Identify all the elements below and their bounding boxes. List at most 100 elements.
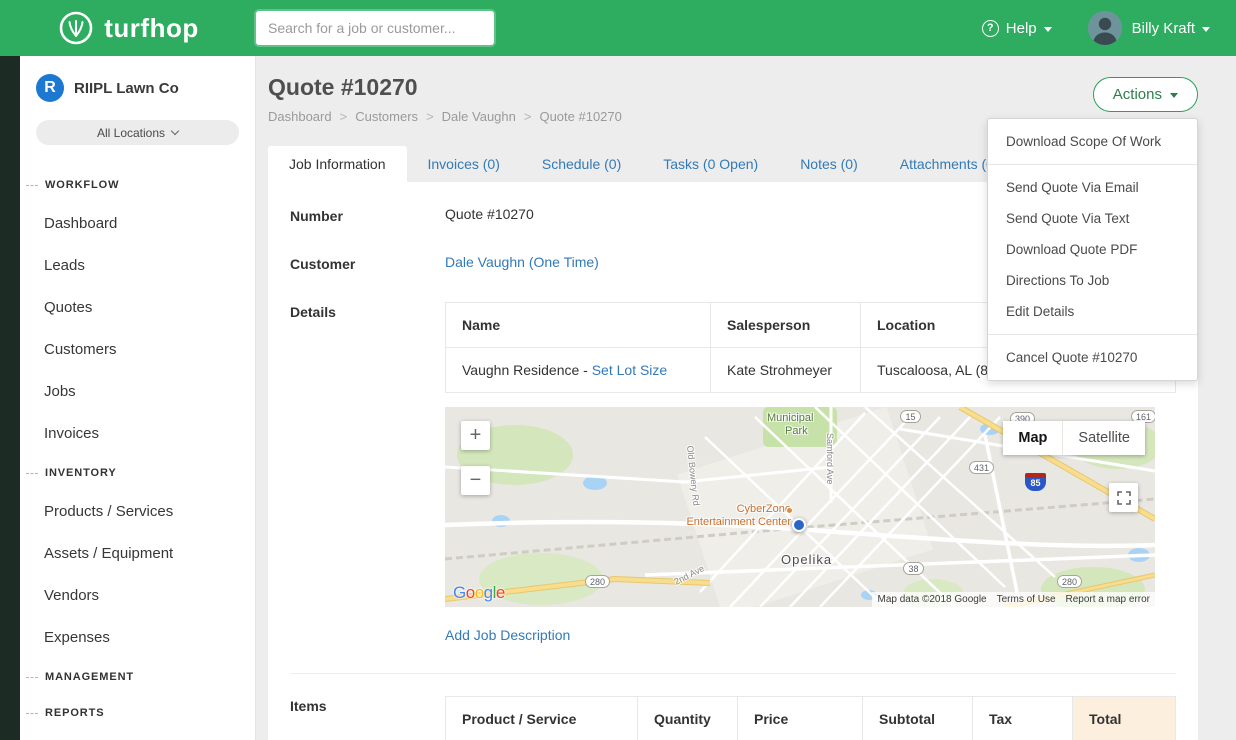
company-name: RIIPL Lawn Co — [74, 80, 179, 97]
breadcrumb-current: Quote #10270 — [539, 109, 621, 124]
zoom-out-button[interactable]: − — [461, 466, 490, 495]
tab-invoices[interactable]: Invoices (0) — [407, 146, 521, 182]
menu-item-download-quote-pdf[interactable]: Download Quote PDF — [988, 234, 1197, 265]
items-row: Items Product / Service Quantity Price S… — [290, 696, 1176, 740]
turfhop-logo-icon — [57, 9, 95, 47]
caret-down-icon — [1202, 27, 1210, 32]
locations-selector[interactable]: All Locations — [36, 120, 239, 145]
nav-section-inventory: INVENTORY — [20, 455, 255, 491]
map-marker[interactable] — [792, 518, 806, 532]
main-content: Quote #10270 Dashboard Customers Dale Va… — [256, 56, 1236, 740]
sidebar-item-expenses[interactable]: Expenses — [20, 617, 255, 659]
help-menu[interactable]: ? Help — [982, 20, 1052, 37]
map-data-text: Map data ©2018 Google — [877, 594, 986, 605]
nav-section-reports[interactable]: REPORTS — [20, 695, 255, 731]
page-title: Quote #10270 — [268, 74, 1198, 101]
user-menu[interactable]: Billy Kraft — [1132, 20, 1210, 37]
menu-item-cancel-quote[interactable]: Cancel Quote #10270 — [988, 342, 1197, 373]
items-header-tax: Tax — [973, 697, 1073, 740]
avatar-image — [1088, 11, 1122, 45]
items-header-subtotal: Subtotal — [863, 697, 973, 740]
add-job-description-link[interactable]: Add Job Description — [445, 627, 570, 643]
sidebar: R RIIPL Lawn Co All Locations WORKFLOW D… — [0, 56, 256, 740]
actions-button[interactable]: Actions — [1093, 77, 1198, 112]
terms-of-use-link[interactable]: Terms of Use — [997, 594, 1056, 605]
map[interactable]: Municipal Park CyberZone Entertainment C… — [445, 407, 1155, 607]
poi-icon — [786, 507, 793, 514]
avatar[interactable] — [1088, 11, 1122, 45]
menu-item-edit-details[interactable]: Edit Details — [988, 296, 1197, 327]
sidebar-item-jobs[interactable]: Jobs — [20, 371, 255, 413]
breadcrumb-customers[interactable]: Customers — [355, 109, 441, 124]
tab-tasks[interactable]: Tasks (0 Open) — [642, 146, 779, 182]
items-header-total: Total — [1073, 697, 1176, 740]
sidebar-item-dashboard[interactable]: Dashboard — [20, 203, 255, 245]
actions-menu: Download Scope Of Work Send Quote Via Em… — [987, 118, 1198, 381]
route-shield: 38 — [903, 562, 924, 575]
route-shield: 431 — [969, 461, 994, 474]
map-label-street-samford: Samford Ave — [825, 433, 835, 484]
menu-divider — [988, 164, 1197, 165]
help-icon: ? — [982, 20, 999, 37]
nav-section-management[interactable]: MANAGEMENT — [20, 659, 255, 695]
customer-link[interactable]: Dale Vaughn — [445, 254, 525, 270]
map-label-park-2: Park — [785, 425, 808, 437]
sidebar-item-products-services[interactable]: Products / Services — [20, 491, 255, 533]
items-header-product-service: Product / Service — [446, 697, 638, 740]
menu-divider — [988, 334, 1197, 335]
map-type-control: Map Satellite — [1003, 421, 1145, 455]
company-row: R RIIPL Lawn Co — [20, 72, 255, 104]
map-attribution: Map data ©2018 Google Terms of Use Repor… — [872, 592, 1155, 607]
fullscreen-icon — [1117, 491, 1131, 505]
zoom-in-button[interactable]: + — [461, 421, 490, 450]
help-label: Help — [1006, 20, 1037, 37]
fullscreen-button[interactable] — [1109, 483, 1138, 512]
brand-name: turfhop — [104, 13, 198, 44]
sidebar-item-quotes[interactable]: Quotes — [20, 287, 255, 329]
menu-item-directions-to-job[interactable]: Directions To Job — [988, 265, 1197, 296]
customer-type-link[interactable]: (One Time) — [529, 254, 599, 270]
map-type-map-button[interactable]: Map — [1003, 421, 1062, 455]
tab-schedule[interactable]: Schedule (0) — [521, 146, 642, 182]
map-label-city: Opelika — [781, 552, 832, 567]
details-cell-salesperson: Kate Strohmeyer — [711, 348, 861, 393]
route-shield: 280 — [585, 575, 610, 588]
breadcrumb-dale-vaughn[interactable]: Dale Vaughn — [442, 109, 540, 124]
number-label: Number — [290, 206, 445, 224]
sidebar-nav: WORKFLOW Dashboard Leads Quotes Customer… — [20, 167, 255, 731]
sidebar-item-leads[interactable]: Leads — [20, 245, 255, 287]
tab-notes[interactable]: Notes (0) — [779, 146, 879, 182]
details-cell-name: Vaughn Residence - Set Lot Size — [446, 348, 711, 393]
sidebar-item-invoices[interactable]: Invoices — [20, 413, 255, 455]
route-shield: 15 — [900, 410, 921, 423]
items-header-quantity: Quantity — [638, 697, 738, 740]
sidebar-item-assets-equipment[interactable]: Assets / Equipment — [20, 533, 255, 575]
breadcrumb-dashboard[interactable]: Dashboard — [268, 109, 355, 124]
sidebar-item-customers[interactable]: Customers — [20, 329, 255, 371]
map-type-satellite-button[interactable]: Satellite — [1063, 421, 1145, 455]
items-label: Items — [290, 696, 445, 740]
nav-section-workflow: WORKFLOW — [20, 167, 255, 203]
user-name: Billy Kraft — [1132, 20, 1195, 37]
company-logo: R — [36, 74, 64, 102]
sidebar-rail — [0, 56, 20, 740]
menu-item-send-quote-via-email[interactable]: Send Quote Via Email — [988, 172, 1197, 203]
brand[interactable]: turfhop — [0, 9, 256, 47]
sidebar-item-vendors[interactable]: Vendors — [20, 575, 255, 617]
details-header-salesperson: Salesperson — [711, 303, 861, 348]
locations-label: All Locations — [97, 126, 165, 140]
menu-item-download-scope-of-work[interactable]: Download Scope Of Work — [988, 126, 1197, 157]
report-map-error-link[interactable]: Report a map error — [1066, 594, 1150, 605]
google-logo[interactable]: Google — [453, 583, 505, 603]
search-input[interactable] — [256, 11, 494, 45]
tab-job-information[interactable]: Job Information — [268, 146, 407, 182]
caret-down-icon — [1170, 93, 1178, 98]
menu-item-send-quote-via-text[interactable]: Send Quote Via Text — [988, 203, 1197, 234]
items-table: Product / Service Quantity Price Subtota… — [445, 696, 1176, 740]
details-header-name: Name — [446, 303, 711, 348]
items-header-price: Price — [738, 697, 863, 740]
map-label-poi-2: Entertainment Center — [686, 516, 791, 528]
set-lot-size-link[interactable]: Set Lot Size — [592, 362, 668, 378]
caret-down-icon — [1044, 27, 1052, 32]
map-label-poi-1: CyberZone — [737, 503, 791, 515]
